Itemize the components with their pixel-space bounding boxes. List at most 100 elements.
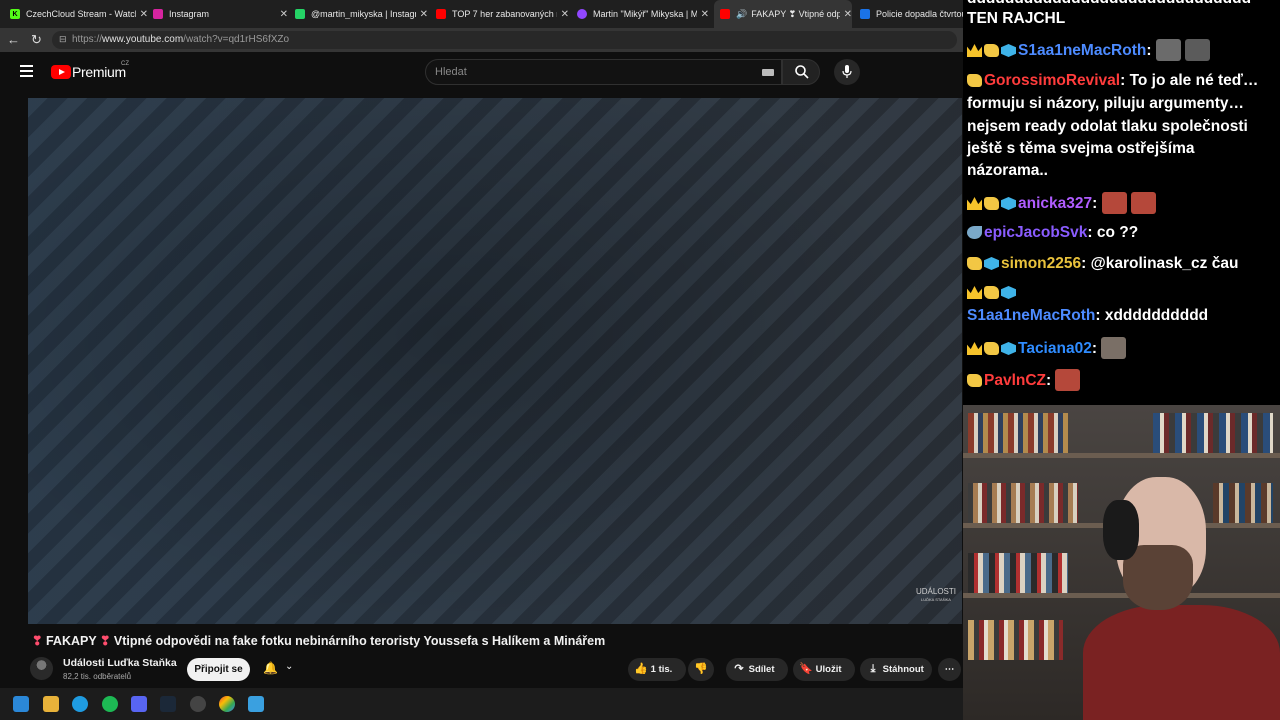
stream-chat: dddddddddddddddddddddddddddddd TEN RAJCH… <box>963 0 1280 405</box>
close-icon[interactable]: ✕ <box>701 9 709 20</box>
obs-icon[interactable] <box>190 696 206 712</box>
tab-label: Martin "Mikýř" Mikyska | MŮ <box>593 9 697 19</box>
headset <box>1103 500 1139 560</box>
books <box>1213 483 1273 523</box>
notification-button[interactable]: 🔔 ⌄ <box>256 658 302 681</box>
taskbar <box>0 688 963 720</box>
discord-icon[interactable] <box>131 696 147 712</box>
voice-search-button[interactable] <box>834 59 860 85</box>
hand-icon <box>967 257 982 270</box>
books <box>968 620 1063 660</box>
chat-username[interactable]: S1aa1neMacRoth <box>1018 42 1146 59</box>
url-field[interactable]: ⊟ https://www.youtube.com/watch?v=qd1rHS… <box>52 31 957 49</box>
url-text: https://www.youtube.com/watch?v=qd1rHS6f… <box>72 34 290 45</box>
close-icon[interactable]: ✕ <box>561 9 569 20</box>
instagram-icon <box>153 9 163 19</box>
more-icon: ⋯ <box>944 664 955 675</box>
chat-message: PavlnCZ: <box>967 369 1084 392</box>
download-icon: ⤓ <box>870 663 876 675</box>
crown-icon <box>967 197 982 210</box>
search-button[interactable] <box>782 59 820 85</box>
heart-icon: ❣ <box>99 634 111 648</box>
face-emote-icon <box>1130 192 1156 214</box>
join-button[interactable]: Připojit se <box>187 658 250 681</box>
dislike-button[interactable]: 👎 <box>688 658 714 681</box>
tab-label: Policie dopadla čtvrtou o <box>876 9 963 19</box>
edge-icon[interactable] <box>72 696 88 712</box>
speaker-icon[interactable]: 🔊 <box>736 9 747 20</box>
youtube-logo-icon[interactable] <box>51 65 71 79</box>
tab-instagram-profile[interactable]: @martin_mikyska | Instagram ✕ <box>295 0 428 28</box>
tab-fakapy-active[interactable]: 🔊 FAKAPY ❣ Vtipné odp ✕ <box>714 0 852 28</box>
tab-mikyska[interactable]: Martin "Mikýř" Mikyska | MŮ ✕ <box>577 0 709 28</box>
chat-username[interactable]: anicka327 <box>1018 195 1092 212</box>
chat-message: Taciana02: <box>967 337 1130 360</box>
menu-icon[interactable] <box>20 65 33 80</box>
microphone-icon <box>842 65 852 78</box>
chat-username[interactable]: S1aa1neMacRoth <box>967 307 1095 324</box>
hand-icon <box>984 286 999 299</box>
bookmark-icon: 🔖 <box>799 663 813 675</box>
thumbs-down-icon: 👎 <box>694 663 708 675</box>
kick-icon: K <box>10 9 20 19</box>
search-input[interactable]: Hledat <box>425 59 782 85</box>
channel-name[interactable]: Události Luďka Staňka <box>63 657 177 669</box>
site-info-icon[interactable]: ⊟ <box>59 34 67 45</box>
cat-emote-icon <box>1184 39 1210 61</box>
tab-instagram[interactable]: Instagram ✕ <box>153 0 288 28</box>
browser-window: K CzechCloud Stream - Watch l ✕ Instagra… <box>0 0 963 688</box>
books <box>968 553 1068 593</box>
chat-message: GorossimoRevival: To jo ale né teď… <box>967 70 1258 92</box>
download-button[interactable]: ⤓ Stáhnout <box>860 658 932 681</box>
like-button[interactable]: 👍 1 tis. <box>628 658 686 681</box>
keyboard-icon[interactable] <box>762 69 774 76</box>
notepad-icon[interactable] <box>248 696 264 712</box>
rocket-icon <box>967 226 982 239</box>
close-icon[interactable]: ✕ <box>140 9 148 20</box>
file-explorer-icon[interactable] <box>43 696 59 712</box>
chat-message: epicJacobSvk: co ?? <box>967 222 1138 244</box>
reload-icon[interactable]: ↻ <box>31 32 42 48</box>
search-icon <box>795 65 809 79</box>
books <box>1153 413 1273 453</box>
hand-icon <box>984 197 999 210</box>
spotify-icon[interactable] <box>102 696 118 712</box>
save-button[interactable]: 🔖 Uložit <box>793 658 855 681</box>
windows-start-icon[interactable] <box>13 696 29 712</box>
thumbs-up-icon: 👍 <box>634 663 648 675</box>
back-icon[interactable]: ← <box>7 32 20 47</box>
whatsapp-icon <box>295 9 305 19</box>
channel-avatar[interactable] <box>30 657 53 680</box>
tab-czechcloud[interactable]: K CzechCloud Stream - Watch l ✕ <box>10 0 148 28</box>
close-icon[interactable]: ✕ <box>280 9 288 20</box>
webcam-feed <box>963 405 1280 720</box>
bookshelf <box>963 453 1280 458</box>
chat-username[interactable]: simon2256 <box>1001 255 1081 272</box>
share-button[interactable]: ↷ Sdílet <box>726 658 788 681</box>
steam-icon[interactable] <box>160 696 176 712</box>
tab-policie[interactable]: Policie dopadla čtvrtou o <box>860 0 963 28</box>
more-actions-button[interactable]: ⋯ <box>938 658 961 681</box>
subscriber-count: 82,2 tis. odběratelů <box>63 672 132 681</box>
video-player[interactable]: UDÁLOSTI LUĎKA STAŇKA <box>28 98 962 624</box>
address-bar: ← ↻ ⊟ https://www.youtube.com/watch?v=qd… <box>0 28 963 52</box>
chrome-icon[interactable] <box>219 696 235 712</box>
like-count: 1 tis. <box>650 664 673 675</box>
close-icon[interactable]: ✕ <box>420 9 428 20</box>
youtube-icon <box>436 9 446 19</box>
chat-message: S1aa1neMacRoth: <box>967 39 1214 62</box>
download-label: Stáhnout <box>882 664 924 675</box>
chat-username[interactable]: epicJacobSvk <box>984 224 1087 241</box>
video-title: ❣ FAKAPY ❣ Vtipné odpovědi na fake fotku… <box>32 634 606 648</box>
chat-username[interactable]: GorossimoRevival <box>984 72 1120 89</box>
video-frame <box>28 98 962 624</box>
tab-bar: K CzechCloud Stream - Watch l ✕ Instagra… <box>0 0 963 28</box>
chat-username[interactable]: Taciana02 <box>1018 340 1092 357</box>
tab-top7[interactable]: TOP 7 her zabanovaných na S ✕ <box>436 0 569 28</box>
close-icon[interactable]: ✕ <box>844 9 852 20</box>
crown-icon <box>967 44 982 57</box>
chat-message-continuation: ještě s těma svejma ostřejšíma <box>967 140 1195 157</box>
chat-username[interactable]: PavlnCZ <box>984 372 1046 389</box>
youtube-icon <box>720 9 730 19</box>
chat-badges-row <box>967 282 1018 304</box>
